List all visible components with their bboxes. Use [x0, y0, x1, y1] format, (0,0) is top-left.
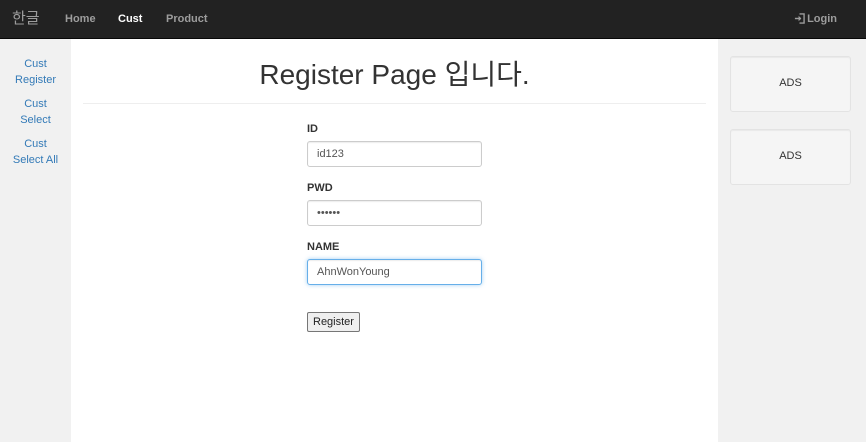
- nav-home-link[interactable]: Home: [65, 0, 96, 39]
- register-button[interactable]: Register: [307, 312, 360, 332]
- name-label: NAME: [307, 241, 340, 253]
- password-input[interactable]: [307, 200, 482, 226]
- sidebar-item-label: Cust: [24, 58, 47, 70]
- sidebar-item-cust-register[interactable]: Cust Register: [0, 56, 71, 88]
- ad-box[interactable]: ADS: [730, 56, 851, 112]
- sidebar-item-label: Register: [15, 74, 56, 86]
- ad-box[interactable]: ADS: [730, 129, 851, 185]
- main-content: Register Page 입니다. ID PWD NAME Register: [71, 39, 718, 442]
- name-input[interactable]: [307, 259, 482, 285]
- title-divider: [83, 103, 706, 104]
- sidebar: Cust Register Cust Select Cust Select Al…: [0, 39, 71, 442]
- id-input[interactable]: [307, 141, 482, 167]
- nav-product-link[interactable]: Product: [166, 0, 208, 39]
- log-in-icon: [794, 13, 805, 24]
- page-title: Register Page 입니다.: [259, 59, 530, 90]
- login-link[interactable]: Login: [794, 0, 837, 39]
- top-navbar: 한글 Home Cust Product Login: [0, 0, 866, 39]
- pwd-label: PWD: [307, 182, 333, 194]
- nav-cust-link[interactable]: Cust: [118, 0, 142, 39]
- sidebar-item-label: Cust: [24, 138, 47, 150]
- login-label: Login: [807, 13, 837, 25]
- navbar-brand[interactable]: 한글: [12, 0, 40, 39]
- sidebar-item-label: Select All: [12, 154, 59, 166]
- id-field-group: ID: [307, 122, 482, 181]
- name-field-group: NAME: [307, 240, 482, 299]
- id-label: ID: [307, 123, 318, 135]
- ad-label: ADS: [779, 150, 802, 162]
- pwd-field-group: PWD: [307, 181, 482, 240]
- ad-label: ADS: [779, 77, 802, 89]
- sidebar-item-cust-select-all[interactable]: Cust Select All: [0, 136, 71, 168]
- sidebar-item-label: Cust: [24, 98, 47, 110]
- ads-panel: ADS ADS: [718, 39, 866, 442]
- sidebar-item-cust-select[interactable]: Cust Select: [0, 96, 71, 128]
- register-form: ID PWD NAME Register: [307, 122, 482, 332]
- sidebar-item-label: Select: [20, 114, 51, 126]
